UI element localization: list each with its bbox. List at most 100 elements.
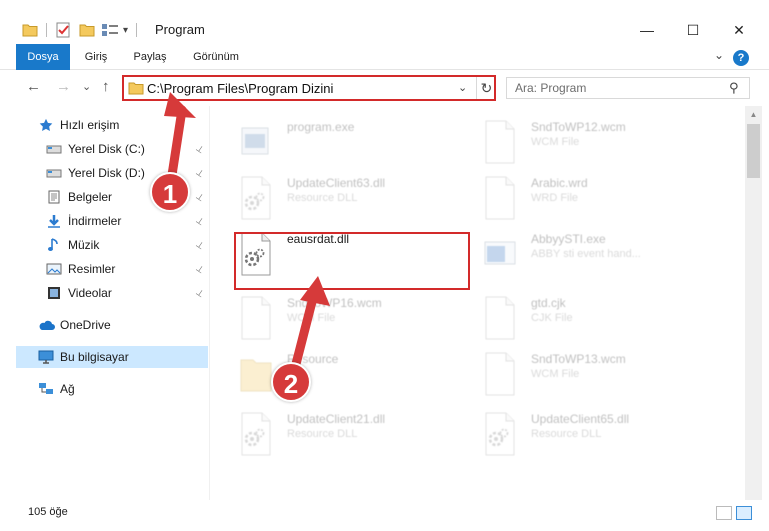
pin-icon[interactable]: ⊥ xyxy=(194,190,206,204)
window-title: Program xyxy=(155,22,205,37)
view-options-icon[interactable] xyxy=(101,23,119,37)
step-marker-1: 1 xyxy=(150,172,190,212)
search-icon[interactable]: ⚲ xyxy=(729,80,739,96)
sidebar-item-label: Yerel Disk (C:) xyxy=(68,142,145,156)
pin-icon[interactable]: ⊥ xyxy=(194,214,206,228)
sidebar-item-videolar[interactable]: Videolar ⊥ xyxy=(0,282,208,304)
file-item[interactable]: UpdateClient63.dll Resource DLL xyxy=(239,170,469,226)
tab-share[interactable]: Paylaş xyxy=(128,44,172,70)
details-view-icon[interactable] xyxy=(716,506,732,520)
star-icon xyxy=(38,118,54,132)
dll-icon xyxy=(239,412,273,456)
file-item[interactable]: SndToWP13.wcm WCM File xyxy=(483,346,713,402)
address-path[interactable]: C:\Program Files\Program Dizini xyxy=(147,81,333,96)
file-item[interactable]: SndToWP12.wcm WCM File xyxy=(483,114,713,170)
file-name: program.exe xyxy=(287,120,355,134)
refresh-button[interactable]: ↻ xyxy=(476,77,496,99)
title-bar: ▾ Program — ☐ ✕ xyxy=(0,0,769,44)
file-item[interactable]: gtd.cjk CJK File xyxy=(483,290,713,346)
pin-icon[interactable]: ⊥ xyxy=(194,238,206,252)
blank-file-icon xyxy=(483,176,517,220)
cloud-icon xyxy=(38,318,55,332)
tab-file[interactable]: Dosya xyxy=(16,44,70,70)
folder-icon xyxy=(128,82,144,95)
file-item[interactable]: UpdateClient21.dll Resource DLL xyxy=(239,406,469,462)
file-type: WCM File xyxy=(531,368,580,380)
sidebar-item-bu-bilgisayar[interactable]: Bu bilgisayar xyxy=(16,346,208,368)
item-count: 105 öğe xyxy=(28,506,68,518)
sidebar-item-label: Hızlı erişim xyxy=(60,118,120,132)
close-button[interactable]: ✕ xyxy=(716,16,762,44)
sidebar-item-label: Belgeler xyxy=(68,190,113,204)
step-marker-2: 2 xyxy=(271,362,311,402)
blank-file-icon xyxy=(483,296,517,340)
sidebar-item-onedrive[interactable]: OneDrive xyxy=(0,314,208,336)
sidebar-item-hızlı-erişim[interactable]: Hızlı erişim xyxy=(0,114,208,136)
pin-icon[interactable]: ⊥ xyxy=(194,166,206,180)
navigation-pane: Hızlı erişim Yerel Disk (C:) ⊥ Yerel Disk (… xyxy=(0,106,210,500)
maximize-button[interactable]: ☐ xyxy=(670,16,716,44)
file-name: gtd.cjk xyxy=(531,296,566,310)
file-item[interactable]: UpdateClient65.dll Resource DLL xyxy=(483,406,713,462)
large-icons-view-icon[interactable] xyxy=(736,506,752,520)
sidebar-item-yerel-disk-c-[interactable]: Yerel Disk (C:) ⊥ xyxy=(0,138,208,160)
computer-icon xyxy=(38,350,54,364)
search-input[interactable]: Ara: Program xyxy=(515,81,586,95)
sidebar-item-resimler[interactable]: Resimler ⊥ xyxy=(0,258,208,280)
file-name: SndToWP16.wcm xyxy=(287,296,382,310)
file-name: UpdateClient21.dll xyxy=(287,412,386,426)
separator xyxy=(46,23,47,37)
file-item[interactable]: SndToWP16.wcm WCM File xyxy=(239,290,469,346)
sidebar-item-label: Videolar xyxy=(68,286,112,300)
download-icon xyxy=(46,214,62,228)
tab-home[interactable]: Giriş xyxy=(78,44,114,70)
file-type: ABBY sti event hand... xyxy=(531,248,641,260)
dll-icon xyxy=(483,412,517,456)
sidebar-item-label: Resimler xyxy=(68,262,116,276)
sidebar-item-müzik[interactable]: Müzik ⊥ xyxy=(0,234,208,256)
address-dropdown-icon[interactable]: ⌄ xyxy=(458,81,467,94)
sidebar-item-label: Yerel Disk (D:) xyxy=(68,166,145,180)
file-item[interactable]: Arabic.wrd WRD File xyxy=(483,170,713,226)
properties-icon[interactable] xyxy=(55,22,71,38)
sidebar-item-label: Bu bilgisayar xyxy=(60,350,129,364)
file-item[interactable]: program.exe xyxy=(239,114,469,170)
sidebar-item-i-ndirmeler[interactable]: İndirmeler ⊥ xyxy=(0,210,208,232)
pin-icon[interactable]: ⊥ xyxy=(194,142,206,156)
address-bar[interactable]: C:\Program Files\Program Dizini ⌄ ↻ xyxy=(122,75,496,101)
tab-view[interactable]: Görünüm xyxy=(186,44,246,70)
sidebar-item-label: İndirmeler xyxy=(68,214,122,228)
folder-icon[interactable] xyxy=(22,23,38,37)
file-type: Resource DLL xyxy=(531,428,602,440)
back-button[interactable]: ← xyxy=(26,78,41,95)
sidebar-item-ağ[interactable]: Ağ xyxy=(0,378,208,400)
minimize-button[interactable]: — xyxy=(624,16,670,44)
file-item[interactable]: AbbyySTI.exe ABBY sti event hand... xyxy=(483,226,713,282)
customize-toolbar-icon[interactable]: ▾ xyxy=(123,25,128,36)
blank-file-icon xyxy=(483,120,517,164)
help-icon[interactable]: ? xyxy=(733,50,749,66)
pin-icon[interactable]: ⊥ xyxy=(194,262,206,276)
highlight-box xyxy=(234,232,470,290)
pin-icon[interactable]: ⊥ xyxy=(194,286,206,300)
search-box[interactable]: Ara: Program ⚲ xyxy=(506,77,750,99)
expand-ribbon-icon[interactable]: ⌄ xyxy=(714,48,724,62)
file-type: CJK File xyxy=(531,312,573,324)
sidebar-item-label: OneDrive xyxy=(60,318,111,332)
scroll-up-icon[interactable]: ▲ xyxy=(745,106,762,123)
file-name: Arabic.wrd xyxy=(531,176,588,190)
exe-icon xyxy=(239,120,273,164)
file-list: program.exe SndToWP12.wcm WCM File UpdateCl… xyxy=(215,106,745,500)
vertical-scrollbar[interactable]: ▲ xyxy=(745,106,762,500)
status-bar: 105 öğe xyxy=(0,500,769,531)
file-type: WCM File xyxy=(287,312,336,324)
file-name: UpdateClient63.dll xyxy=(287,176,386,190)
new-folder-icon[interactable] xyxy=(79,23,95,37)
up-button[interactable]: ↑ xyxy=(102,78,110,95)
drive-icon xyxy=(46,142,62,156)
file-name: AbbyySTI.exe xyxy=(531,232,606,246)
forward-button[interactable]: → xyxy=(56,78,71,95)
scrollbar-thumb[interactable] xyxy=(747,124,760,178)
separator xyxy=(136,23,138,37)
recent-locations-button[interactable]: ⌄ xyxy=(82,80,91,93)
